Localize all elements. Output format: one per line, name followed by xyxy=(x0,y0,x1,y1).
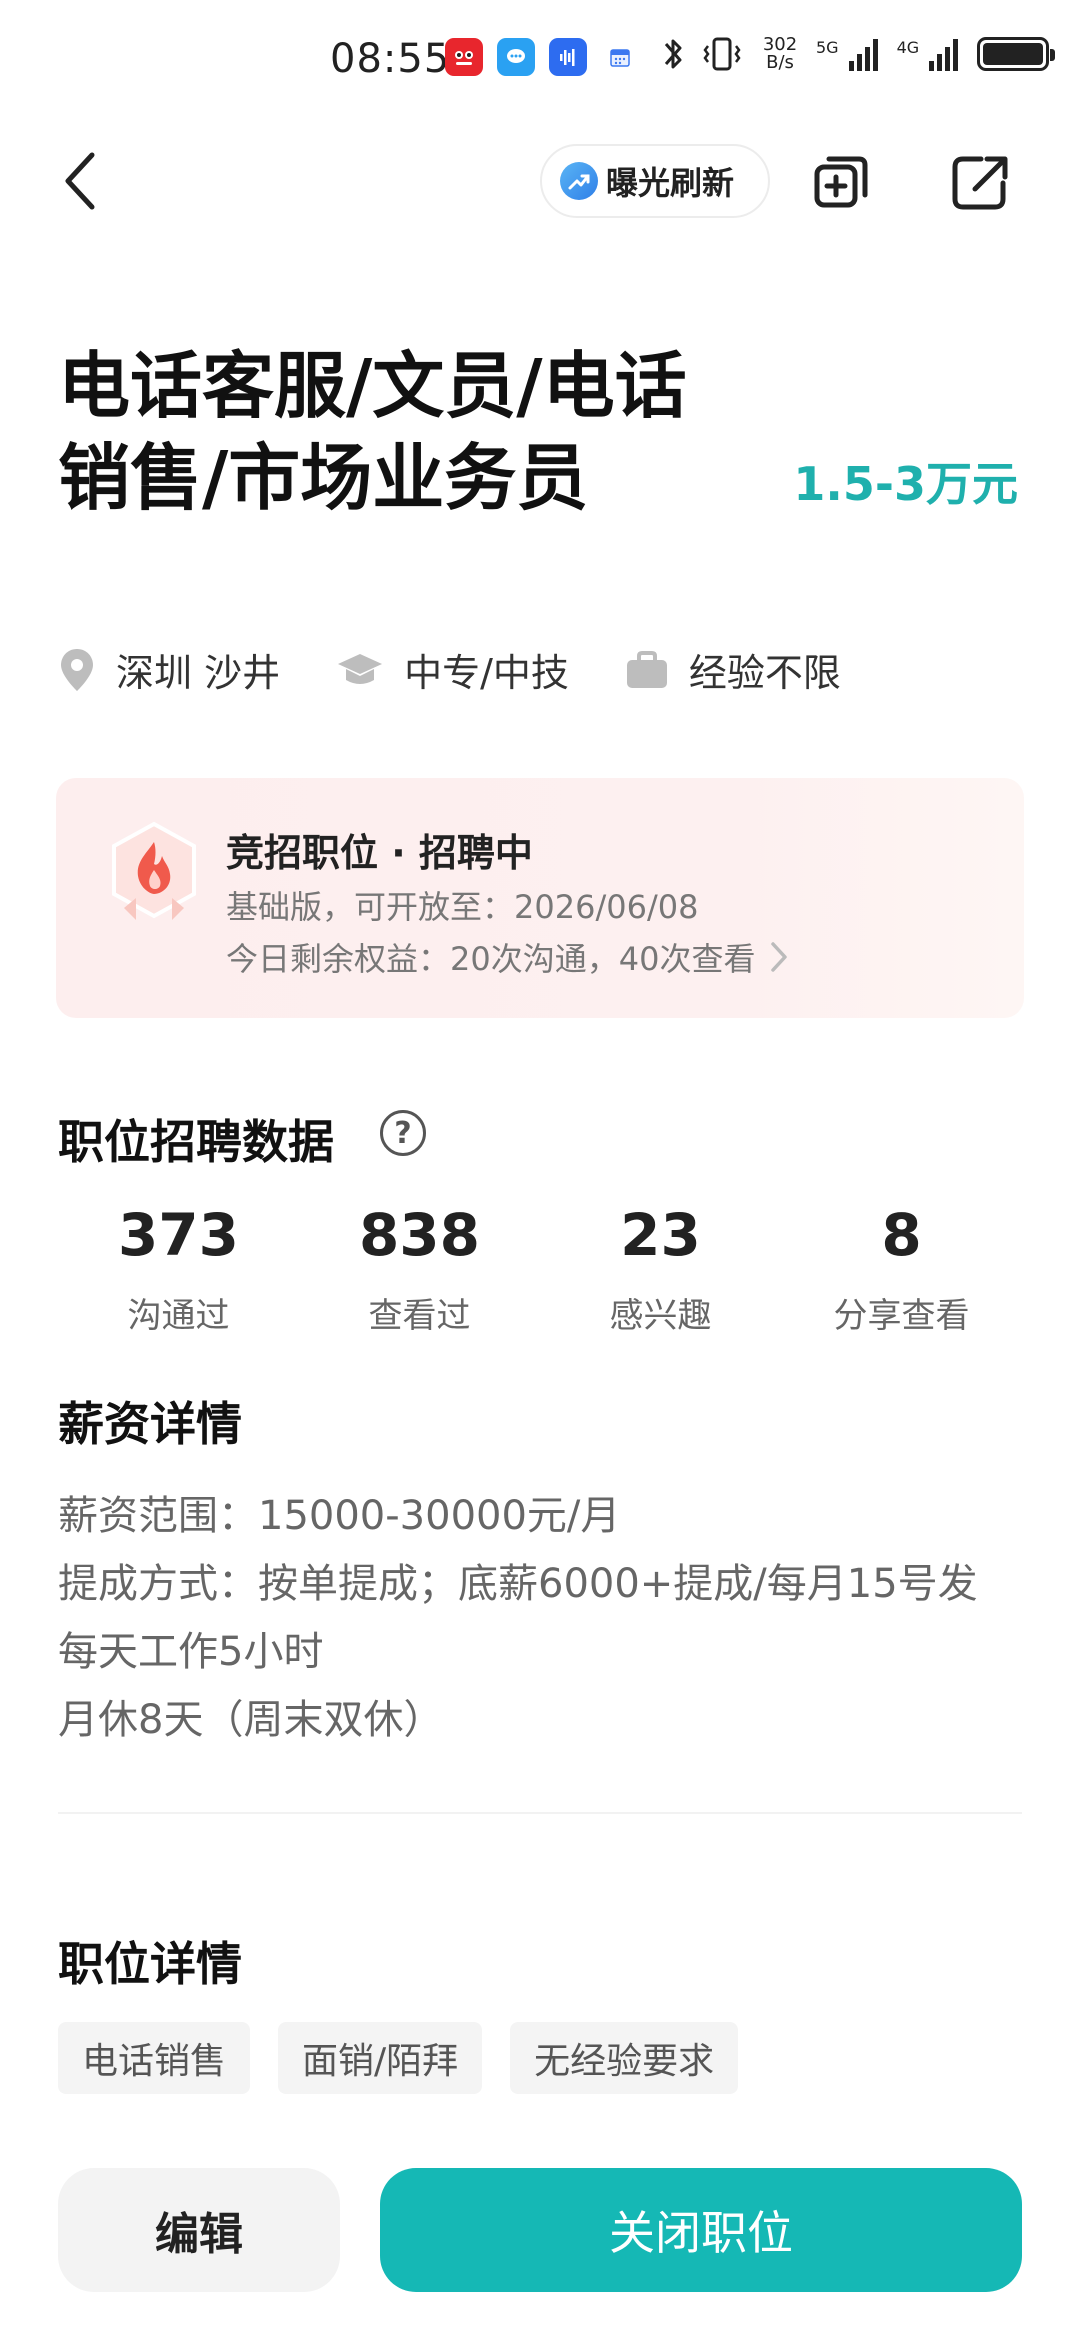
job-title: 电话客服/文员/电话销售/市场业务员 xyxy=(58,344,687,520)
job-tag: 面销/陌拜 xyxy=(278,2022,483,2094)
exposure-refresh-button[interactable]: 曝光刷新 xyxy=(540,144,770,218)
help-icon[interactable]: ? xyxy=(380,1110,426,1156)
stat-value: 8 xyxy=(881,1201,922,1269)
days-off-line: 月休8天（周末双休） xyxy=(58,1697,444,1743)
stat-value: 23 xyxy=(620,1201,701,1269)
status-bar: 08:55 302 B/s 5G 4G xyxy=(0,0,1080,120)
close-position-button[interactable]: 关闭职位 xyxy=(380,2168,1022,2292)
vibrate-icon xyxy=(703,37,741,71)
signal-5g-label: 5G xyxy=(816,38,839,57)
copy-add-button[interactable] xyxy=(810,150,874,214)
signal-bars-icon xyxy=(848,39,878,71)
stat-label: 分享查看 xyxy=(833,1296,970,1336)
remaining-benefits: 今日剩余权益：20次沟通，40次查看 xyxy=(226,934,789,980)
stat-communicated[interactable]: 373 沟通过 xyxy=(58,1200,299,1337)
stat-label: 查看过 xyxy=(368,1296,471,1336)
job-meta-row: 深圳 沙井 中专/中技 经验不限 xyxy=(58,642,897,697)
location-pin-icon xyxy=(61,648,93,691)
education-text: 中专/中技 xyxy=(404,651,569,695)
back-button[interactable] xyxy=(60,145,120,217)
work-hours-line: 每天工作5小时 xyxy=(58,1629,324,1675)
chevron-right-icon xyxy=(771,942,788,972)
job-tag: 电话销售 xyxy=(58,2022,251,2094)
tmall-app-icon xyxy=(445,38,483,76)
status-time: 08:55 xyxy=(330,36,451,82)
salary-detail-title: 薪资详情 xyxy=(58,1397,242,1451)
experience-text: 经验不限 xyxy=(688,651,841,695)
refresh-label: 曝光刷新 xyxy=(606,164,735,202)
salary-range-line: 薪资范围：15000-30000元/月 xyxy=(58,1493,621,1539)
salary-detail-body: 薪资范围：15000-30000元/月 提成方式：按单提成；底薪6000+提成/… xyxy=(58,1482,1038,1754)
voice-app-icon xyxy=(549,38,587,76)
notification-icons xyxy=(445,38,639,76)
chevron-left-icon xyxy=(65,152,95,210)
signal-4g-label: 4G xyxy=(896,38,920,57)
competitive-title: 竞招职位 · 招聘中 xyxy=(226,831,533,875)
stat-viewed[interactable]: 838 查看过 xyxy=(299,1200,540,1337)
competitive-position-card[interactable]: 竞招职位 · 招聘中 基础版，可开放至：2026/06/08 今日剩余权益：20… xyxy=(56,778,1024,1018)
briefcase-icon xyxy=(626,650,667,688)
share-button[interactable] xyxy=(948,150,1012,214)
bluetooth-icon xyxy=(664,39,682,69)
location-item: 深圳 沙井 xyxy=(58,642,280,697)
battery-icon xyxy=(977,37,1056,71)
status-right: 302 B/s 5G 4G xyxy=(660,34,1056,74)
stat-label: 感兴趣 xyxy=(609,1296,712,1336)
stat-share-views[interactable]: 8 分享查看 xyxy=(781,1200,1022,1337)
stat-value: 373 xyxy=(117,1201,240,1269)
graduation-cap-icon xyxy=(338,653,383,684)
signal-bars-icon xyxy=(929,39,959,71)
net-speed: 302 B/s xyxy=(762,34,798,73)
plan-validity: 基础版，可开放至：2026/06/08 xyxy=(226,888,699,926)
job-detail-title: 职位详情 xyxy=(58,1937,242,1991)
education-item: 中专/中技 xyxy=(336,642,569,697)
salary-range: 1.5-3万元 xyxy=(793,457,1018,511)
edit-button[interactable]: 编辑 xyxy=(58,2168,340,2292)
job-tag: 无经验要求 xyxy=(510,2022,739,2094)
stat-value: 838 xyxy=(358,1201,481,1269)
stats-row: 373 沟通过 838 查看过 23 感兴趣 8 分享查看 xyxy=(58,1200,1022,1337)
job-tags: 电话销售 面销/陌拜 无经验要求 xyxy=(58,2022,739,2094)
commission-line: 提成方式：按单提成；底薪6000+提成/每月15号发 xyxy=(58,1561,978,1607)
fire-badge-icon xyxy=(112,821,196,920)
stats-section-title: 职位招聘数据 xyxy=(58,1115,334,1169)
share-icon xyxy=(952,156,1008,210)
location-text: 深圳 沙井 xyxy=(116,651,281,695)
message-app-icon xyxy=(497,38,535,76)
stat-interested[interactable]: 23 感兴趣 xyxy=(540,1200,781,1337)
calendar-app-icon xyxy=(601,38,639,76)
trend-up-icon xyxy=(560,162,598,200)
copy-plus-icon xyxy=(814,156,868,208)
section-divider xyxy=(58,1812,1022,1814)
experience-item: 经验不限 xyxy=(625,642,841,697)
stat-label: 沟通过 xyxy=(127,1296,230,1336)
